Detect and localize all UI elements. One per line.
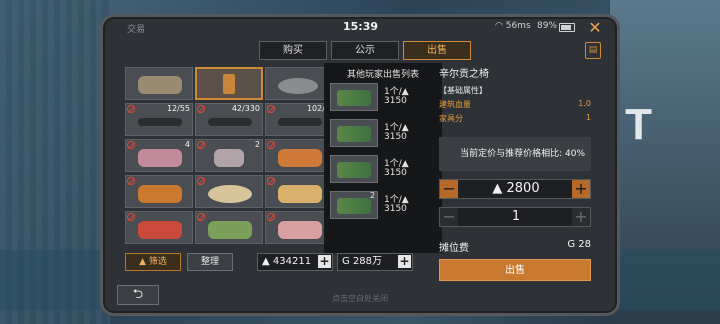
rifle-icon xyxy=(208,118,252,126)
banned-icon xyxy=(197,177,205,185)
close-hint: 点击空白处关闭 xyxy=(332,294,388,303)
inventory-cell[interactable] xyxy=(195,211,263,244)
banned-icon xyxy=(267,177,275,185)
rifle-icon xyxy=(278,118,322,126)
chair-icon xyxy=(337,162,371,178)
listing-thumb xyxy=(330,119,378,147)
banned-icon xyxy=(267,141,275,149)
filter-button[interactable]: ▲ 筛选 xyxy=(125,253,181,271)
tab-sell[interactable]: 出售 xyxy=(403,41,471,60)
currency-coins: ▲ 434211 + xyxy=(257,253,333,271)
add-coins-button[interactable]: + xyxy=(318,255,331,268)
chair-icon xyxy=(223,74,235,94)
listing-thumb xyxy=(330,83,378,111)
gold-amount: 288万 xyxy=(352,256,383,267)
wifi-status: ◠ 56ms xyxy=(495,21,531,31)
inventory-cell[interactable] xyxy=(265,175,325,208)
helmet-icon xyxy=(138,76,182,94)
bottle-icon xyxy=(214,149,244,167)
inventory-cell[interactable]: 2 xyxy=(195,139,263,172)
inventory-cell[interactable] xyxy=(265,211,325,244)
quantity-increase-button[interactable]: + xyxy=(572,208,590,226)
chair-icon xyxy=(337,126,371,142)
tab-buy[interactable]: 购买 xyxy=(259,41,327,60)
item-name: 辛尔贡之椅 xyxy=(439,69,489,80)
inventory-cell[interactable] xyxy=(125,211,193,244)
other-players-listing: 其他玩家出售列表 1个/▲ 3150 1个/▲ 3150 1个/▲ 3150 2… xyxy=(324,63,442,253)
inventory-cell[interactable] xyxy=(195,67,263,100)
document-icon[interactable]: ▤ xyxy=(585,42,601,59)
inventory-cell[interactable] xyxy=(125,67,193,100)
price-ratio: 当前定价与推荐价格相比: 40% xyxy=(439,137,591,171)
quantity-stepper[interactable]: − 1 + xyxy=(439,207,591,227)
chair-icon xyxy=(337,198,371,214)
sell-button[interactable]: 出售 xyxy=(439,259,591,281)
battery-icon xyxy=(559,23,575,32)
coin-icon: ▲ xyxy=(262,256,270,267)
stones-icon xyxy=(278,78,318,94)
item-count: 2 xyxy=(254,140,260,149)
banned-icon xyxy=(127,141,135,149)
inventory-cell[interactable]: 102/7 xyxy=(265,103,325,136)
item-count: 42/330 xyxy=(231,104,260,113)
inventory-cell[interactable]: 4 xyxy=(125,139,193,172)
price-value: 2800 xyxy=(506,181,540,196)
food-icon xyxy=(138,185,182,203)
banned-icon xyxy=(127,105,135,113)
item-count: 102/7 xyxy=(306,104,325,113)
banned-icon xyxy=(197,141,205,149)
window-title: 交易 xyxy=(127,25,146,35)
fee-value: G 28 xyxy=(567,239,591,250)
inventory-cell[interactable] xyxy=(265,67,325,100)
banned-icon xyxy=(197,105,205,113)
inventory-grid: 12/55 42/330 102/7 4 2 xyxy=(125,67,325,253)
food-icon xyxy=(278,221,322,239)
inventory-cell[interactable] xyxy=(195,175,263,208)
add-gold-button[interactable]: + xyxy=(398,255,411,268)
attributes-heading: 【基础属性】 xyxy=(439,86,487,95)
trade-panel: 交易 15:39 ◠ 56ms 89% ✕ 购买 公示 出售 ▤ 12/55 4… xyxy=(100,14,620,316)
gold-icon: G xyxy=(342,256,350,267)
battery-label: 89% xyxy=(537,21,558,31)
tab-announce[interactable]: 公示 xyxy=(331,41,399,60)
food-icon xyxy=(278,185,322,203)
inventory-cell[interactable] xyxy=(265,139,325,172)
quantity-value: 1 xyxy=(511,209,521,224)
chair-icon xyxy=(337,90,371,106)
currency-gold: G 288万 + xyxy=(337,253,413,271)
tab-bar: 购买 公示 出售 xyxy=(259,41,475,60)
listing-row[interactable]: 1个/▲ 3150 xyxy=(330,83,438,113)
listing-row[interactable]: 1个/▲ 3150 xyxy=(330,119,438,149)
inventory-cell[interactable]: 42/330 xyxy=(195,103,263,136)
food-icon xyxy=(138,221,182,239)
item-count: 4 xyxy=(184,140,190,149)
case-icon xyxy=(138,149,182,167)
inventory-cell[interactable]: 12/55 xyxy=(125,103,193,136)
coin-amount: 434211 xyxy=(272,256,312,267)
food-icon xyxy=(208,221,252,239)
fee-label: 摊位费 xyxy=(439,243,469,254)
clock: 15:39 xyxy=(343,20,379,33)
banned-icon xyxy=(127,177,135,185)
background-logo: T xyxy=(625,100,652,149)
inventory-cell[interactable] xyxy=(125,175,193,208)
listing-thumb xyxy=(330,155,378,183)
price-increase-button[interactable]: + xyxy=(572,180,590,198)
banned-icon xyxy=(197,213,205,221)
listing-row[interactable]: 1个/▲ 3150 xyxy=(330,155,438,185)
price-stepper[interactable]: − ▲ 2800 + xyxy=(439,179,591,199)
item-count: 12/55 xyxy=(166,104,190,113)
food-icon xyxy=(208,185,252,203)
status-bar: 交易 15:39 ◠ 56ms 89% ✕ xyxy=(103,17,617,39)
banned-icon xyxy=(127,213,135,221)
food-icon xyxy=(278,149,322,167)
sort-button[interactable]: 整理 xyxy=(187,253,233,271)
banned-icon xyxy=(267,105,275,113)
listing-row[interactable]: 2 1个/▲ 3150 xyxy=(330,191,438,221)
rifle-icon xyxy=(138,118,182,126)
listing-title: 其他玩家出售列表 xyxy=(346,70,419,80)
close-button[interactable]: ✕ xyxy=(587,20,603,36)
banned-icon xyxy=(267,213,275,221)
